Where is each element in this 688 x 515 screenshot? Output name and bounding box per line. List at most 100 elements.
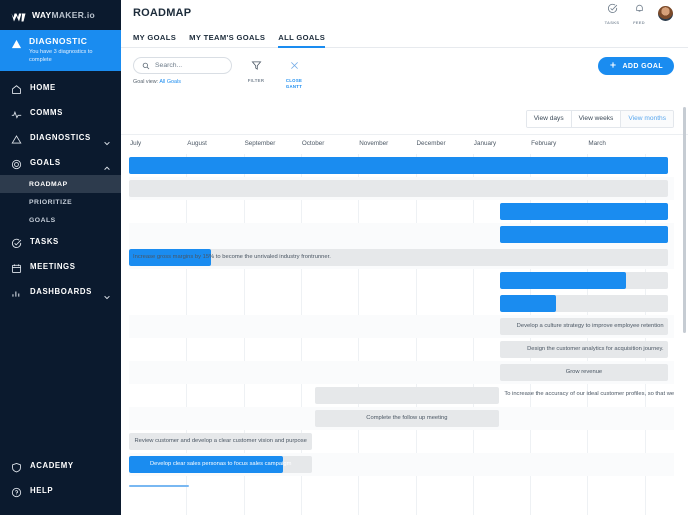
gantt-bar[interactable]: Grow revenue — [500, 364, 668, 381]
chevron-down-icon[interactable] — [103, 134, 111, 145]
sidebar-item-meetings[interactable]: MEETINGS — [0, 254, 121, 279]
close-gantt-button[interactable]: CLOSE GANTT — [280, 57, 308, 89]
gantt-row[interactable]: Increase gross margins by 15% to become … — [129, 246, 674, 269]
gantt-bar[interactable]: Develop clear sales personas to focus sa… — [129, 456, 313, 473]
top-actions: TASKS FEED — [603, 1, 674, 25]
sidebar-item-diagnostics[interactable]: DIAGNOSTICS — [0, 125, 121, 150]
gantt-grid[interactable]: Increase gross margins by 15% to become … — [129, 154, 674, 515]
gantt-bar[interactable] — [500, 295, 668, 312]
sidebar-subitem-roadmap[interactable]: ROADMAP — [0, 175, 121, 194]
gantt-row[interactable]: Review customer and develop a clear cust… — [129, 430, 674, 453]
close-gantt-label: CLOSE GANTT — [285, 78, 303, 89]
gantt-bar[interactable]: Design the customer analytics for acquis… — [500, 341, 668, 358]
gantt-row[interactable] — [129, 177, 674, 200]
gantt-row[interactable] — [129, 269, 674, 292]
gantt-row[interactable] — [129, 292, 674, 315]
search-icon — [142, 57, 150, 75]
search-box[interactable] — [133, 57, 232, 74]
triangle-up-icon — [11, 37, 22, 55]
gantt-chart: July August September October November Decemb… — [121, 134, 688, 515]
sidebar-subitem-goals[interactable]: GOALS — [0, 211, 121, 229]
view-days-button[interactable]: View days — [526, 111, 572, 127]
add-goal-button[interactable]: ADD GOAL — [598, 57, 674, 75]
diagnostic-subtitle: You have 3 diagnostics to complete — [29, 49, 93, 64]
gantt-bar-label: Design the customer analytics for acquis… — [527, 345, 664, 352]
gantt-row[interactable]: To increase the accuracy of our ideal cu… — [129, 384, 674, 407]
gantt-bar-label: Grow revenue — [565, 368, 603, 375]
sidebar-item-home[interactable]: HOME — [0, 75, 121, 100]
sidebar-subitem-prioritize[interactable]: PRIORITIZE — [0, 193, 121, 211]
sidebar-item-help[interactable]: HELP — [0, 478, 121, 503]
gantt-bar[interactable]: Increase gross margins by 15% to become … — [129, 249, 668, 266]
tab-my-teams-goals[interactable]: MY TEAM'S GOALS — [189, 33, 265, 48]
home-icon — [11, 82, 22, 95]
sidebar-item-comms[interactable]: COMMS — [0, 100, 121, 125]
gantt-month-label: October — [301, 140, 325, 147]
vertical-scrollbar[interactable] — [683, 107, 686, 333]
sidebar-item-dashboards[interactable]: DASHBOARDS — [0, 279, 121, 304]
top-bar: ROADMAP TASKS FEED — [121, 0, 688, 26]
sidebar-diagnostic-banner[interactable]: DIAGNOSTIC You have 3 diagnostics to com… — [0, 30, 121, 72]
gantt-bar[interactable] — [129, 157, 668, 174]
gantt-row[interactable]: Complete the follow up meeting — [129, 407, 674, 430]
goal-view-link[interactable]: All Goals — [159, 79, 181, 85]
goal-view: Goal view: All Goals — [133, 79, 181, 85]
gantt-bar[interactable] — [129, 180, 668, 197]
gantt-bar-progress — [500, 295, 557, 312]
sidebar-item-label: ACADEMY — [30, 461, 74, 470]
gantt-bar[interactable] — [500, 203, 668, 220]
avatar[interactable] — [657, 4, 674, 22]
search-input[interactable] — [155, 62, 223, 69]
gantt-row[interactable] — [129, 154, 674, 177]
gantt-row[interactable]: Develop clear sales personas to focus sa… — [129, 453, 674, 476]
sidebar-bottom-nav: ACADEMY HELP — [0, 453, 121, 515]
sidebar-item-academy[interactable]: ACADEMY — [0, 453, 121, 478]
sidebar-item-goals[interactable]: GOALS — [0, 150, 121, 175]
gantt-month-label: December — [416, 140, 446, 147]
sidebar-item-tasks[interactable]: TASKS — [0, 229, 121, 254]
gantt-bar[interactable] — [500, 272, 668, 289]
tasks-button[interactable]: TASKS — [603, 1, 621, 25]
add-goal-label: ADD GOAL — [622, 62, 663, 70]
gantt-bar[interactable]: Develop a culture strategy to improve em… — [500, 318, 668, 335]
gantt-row[interactable] — [129, 223, 674, 246]
toolbar: FILTER CLOSE GANTT ADD GOAL Goal view: A… — [121, 48, 688, 89]
sidebar-subitem-label: PRIORITIZE — [29, 198, 73, 206]
gantt-month-label: September — [244, 140, 276, 147]
tab-all-goals[interactable]: ALL GOALS — [278, 33, 326, 48]
tab-my-goals[interactable]: MY GOALS — [133, 33, 176, 48]
target-icon — [11, 157, 22, 170]
gantt-bar[interactable] — [129, 485, 190, 487]
filter-button[interactable]: FILTER — [242, 57, 270, 84]
sidebar-nav: HOME COMMS DIAGNOSTICS GOALS ROADMAP PRI… — [0, 75, 121, 304]
chevron-up-icon[interactable] — [103, 159, 111, 170]
brand-logo[interactable]: WAYMAKER.io — [0, 0, 121, 30]
sidebar-item-label: HOME — [30, 83, 56, 93]
feed-button[interactable]: FEED — [630, 1, 648, 25]
goal-view-prefix: Goal view: — [133, 79, 159, 85]
gantt-row[interactable]: Develop a culture strategy to improve em… — [129, 315, 674, 338]
pulse-icon — [11, 107, 22, 119]
sidebar: WAYMAKER.io DIAGNOSTIC You have 3 diagno… — [0, 0, 121, 515]
gantt-bar[interactable] — [500, 226, 668, 243]
gantt-bar-label: Complete the follow up meeting — [366, 414, 448, 421]
gantt-row[interactable]: Design the customer analytics for acquis… — [129, 338, 674, 361]
view-months-button[interactable]: View months — [621, 111, 673, 127]
check-circle-icon — [11, 236, 22, 249]
sidebar-item-label: TASKS — [30, 237, 59, 247]
filter-label: FILTER — [247, 78, 265, 83]
page-title: ROADMAP — [133, 7, 192, 19]
view-weeks-button[interactable]: View weeks — [571, 111, 622, 127]
gantt-row[interactable] — [129, 476, 674, 499]
gantt-bar-label: Develop clear sales personas to focus sa… — [149, 460, 292, 467]
gantt-month-label: July — [130, 140, 142, 147]
chevron-down-icon[interactable] — [103, 288, 111, 299]
brand-text: WAYMAKER.io — [32, 10, 95, 20]
app-root: WAYMAKER.io DIAGNOSTIC You have 3 diagno… — [0, 0, 688, 515]
gantt-bar[interactable]: Complete the follow up meeting — [315, 410, 499, 427]
gantt-row[interactable]: Grow revenue — [129, 361, 674, 384]
gantt-bar[interactable]: Review customer and develop a clear cust… — [129, 433, 313, 450]
gantt-bar[interactable] — [315, 387, 499, 404]
gantt-row[interactable] — [129, 200, 674, 223]
gantt-row-label: To increase the accuracy of our ideal cu… — [504, 391, 674, 397]
